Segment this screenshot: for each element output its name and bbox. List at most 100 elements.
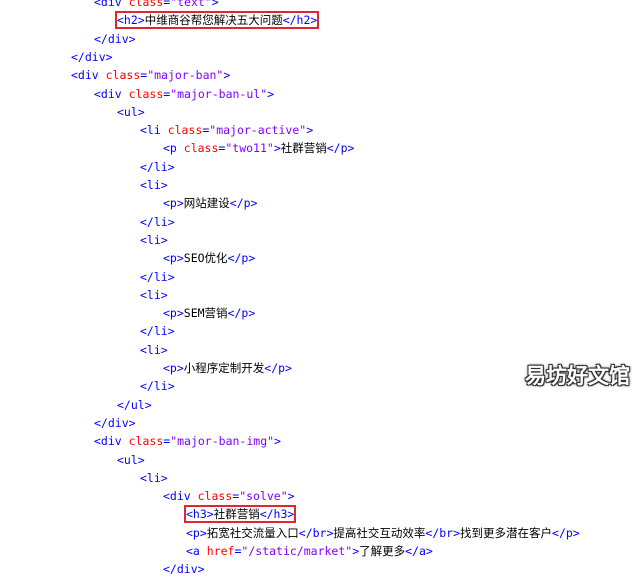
code-token-tag: <p> — [163, 251, 184, 266]
code-token-tag: <li> — [140, 470, 168, 485]
code-line: </li> — [140, 322, 175, 340]
code-content: <div class="major-ban-ul"> — [94, 87, 274, 101]
code-token-tag: </div> — [94, 31, 136, 46]
code-token-tag: </p> — [552, 525, 580, 540]
code-token-val: "solve" — [239, 489, 288, 504]
code-token-str: SEM营销 — [183, 306, 228, 321]
code-token-attr: class — [128, 0, 164, 9]
code-line: </div> — [94, 30, 136, 48]
code-line: </div> — [71, 48, 113, 66]
code-line: <li> — [140, 341, 168, 359]
code-line: <div class="major-ban"> — [71, 66, 230, 84]
code-content: </div> — [163, 562, 205, 576]
code-token-tag: </br> — [298, 525, 334, 540]
code-token-tag: <li> — [140, 232, 168, 247]
code-token-attr: class — [128, 86, 164, 101]
code-line: </ul> — [117, 396, 152, 414]
code-line: <p>网站建设</p> — [163, 194, 257, 212]
code-content: <ul> — [117, 453, 145, 467]
highlight-box: <h3>社群营销</h3> — [183, 505, 297, 524]
code-line: <p>小程序定制开发</p> — [163, 359, 292, 377]
code-token-str: 拓宽社交流量入口 — [206, 525, 299, 540]
code-content: </li> — [140, 215, 175, 229]
code-content: <div class="major-ban-img"> — [94, 434, 281, 448]
code-token-tag: </p> — [227, 251, 256, 266]
code-content: <li> — [140, 288, 168, 302]
code-token-tag: </div> — [163, 562, 205, 577]
code-token-tag: <div — [94, 434, 129, 449]
code-content: <li class="major-active"> — [140, 123, 313, 137]
code-token-tag: <p> — [186, 525, 207, 540]
code-token-tag: </li> — [140, 324, 175, 339]
code-token-tag: </ul> — [117, 397, 152, 412]
code-token-val: "major-ban" — [147, 68, 224, 83]
code-token-str: 中维商谷帮您解决五大问题 — [144, 13, 283, 28]
code-token-tag: </p> — [227, 306, 256, 321]
code-token-tag: </br> — [425, 525, 461, 540]
code-token-tag: <a — [186, 544, 207, 558]
code-token-tag: <li> — [140, 178, 168, 192]
code-content: <li> — [140, 343, 168, 357]
code-token-tag: <p — [163, 141, 184, 156]
code-token-val: "major-ban-ul" — [170, 86, 268, 101]
code-token-tag: = — [232, 489, 240, 504]
code-token-tag: <h2> — [117, 13, 145, 28]
code-content: <a href="/static/market">了解更多</a> — [186, 544, 433, 558]
code-token-tag: </h3> — [259, 507, 295, 522]
code-token-attr: class — [167, 123, 203, 138]
watermark: 易坊好文馆 — [525, 364, 630, 388]
code-token-tag: </li> — [140, 214, 175, 229]
code-token-tag: <li> — [140, 342, 168, 357]
code-content: </div> — [71, 50, 113, 64]
code-line: <h2>中维商谷帮您解决五大问题</h2> — [114, 11, 320, 30]
code-token-str: 社群营销 — [213, 507, 260, 522]
code-line: </li> — [140, 268, 175, 286]
code-token-tag: </p> — [229, 196, 258, 211]
code-line: <li class="major-active"> — [140, 121, 313, 139]
code-token-val: "major-active" — [209, 123, 307, 138]
code-token-str: SEO优化 — [183, 251, 228, 266]
code-token-attr: class — [197, 489, 233, 504]
code-content: <div class="solve"> — [163, 489, 295, 503]
code-token-tag: <p> — [163, 361, 184, 375]
code-line: </li> — [140, 158, 175, 176]
code-token-tag: <ul> — [117, 452, 145, 467]
code-token-tag: > — [273, 141, 281, 156]
code-token-tag: <li — [140, 123, 168, 138]
code-token-tag: <h3> — [186, 507, 214, 522]
code-token-tag: </li> — [140, 379, 175, 394]
code-line: </li> — [140, 213, 175, 231]
code-content: <p class="two11">社群营销</p> — [163, 141, 354, 155]
code-token-str: 网站建设 — [183, 196, 230, 211]
code-token-tag: = — [163, 434, 171, 449]
code-content: <p>SEO优化</p> — [163, 251, 255, 265]
code-line: <li> — [140, 469, 168, 487]
code-token-tag: </li> — [140, 159, 175, 174]
code-line: <div class="text"> — [94, 0, 219, 11]
code-token-str: 找到更多潜在客户 — [460, 525, 553, 540]
code-content: </li> — [140, 379, 175, 393]
code-token-tag: </div> — [71, 49, 113, 64]
code-token-attr: class — [105, 68, 141, 83]
code-line: <h3>社群营销</h3> — [183, 505, 297, 524]
code-token-tag: </div> — [94, 415, 136, 430]
code-line: <a href="/static/market">了解更多</a> — [186, 542, 433, 560]
code-content: <p>拓宽社交流量入口</br>提高社交互动效率</br>找到更多潜在客户</p… — [186, 526, 580, 540]
code-content: </ul> — [117, 398, 152, 412]
code-line: <p class="two11">社群营销</p> — [163, 139, 354, 157]
code-token-tag: > — [274, 434, 281, 449]
code-line: <li> — [140, 176, 168, 194]
code-token-tag: <div — [94, 86, 129, 101]
code-token-tag: <li> — [140, 287, 168, 302]
code-token-tag: > — [267, 86, 275, 101]
code-token-tag: > — [287, 489, 295, 504]
code-content: <ul> — [117, 105, 145, 119]
code-line: <ul> — [117, 451, 145, 469]
code-token-tag: <div — [94, 0, 129, 9]
code-token-tag: > — [352, 544, 360, 558]
code-line: </div> — [94, 414, 136, 432]
code-token-tag: </p> — [264, 361, 292, 375]
code-line: <div class="major-ban-img"> — [94, 432, 281, 450]
code-token-tag: <ul> — [117, 104, 145, 119]
code-line: <p>SEO优化</p> — [163, 249, 255, 267]
